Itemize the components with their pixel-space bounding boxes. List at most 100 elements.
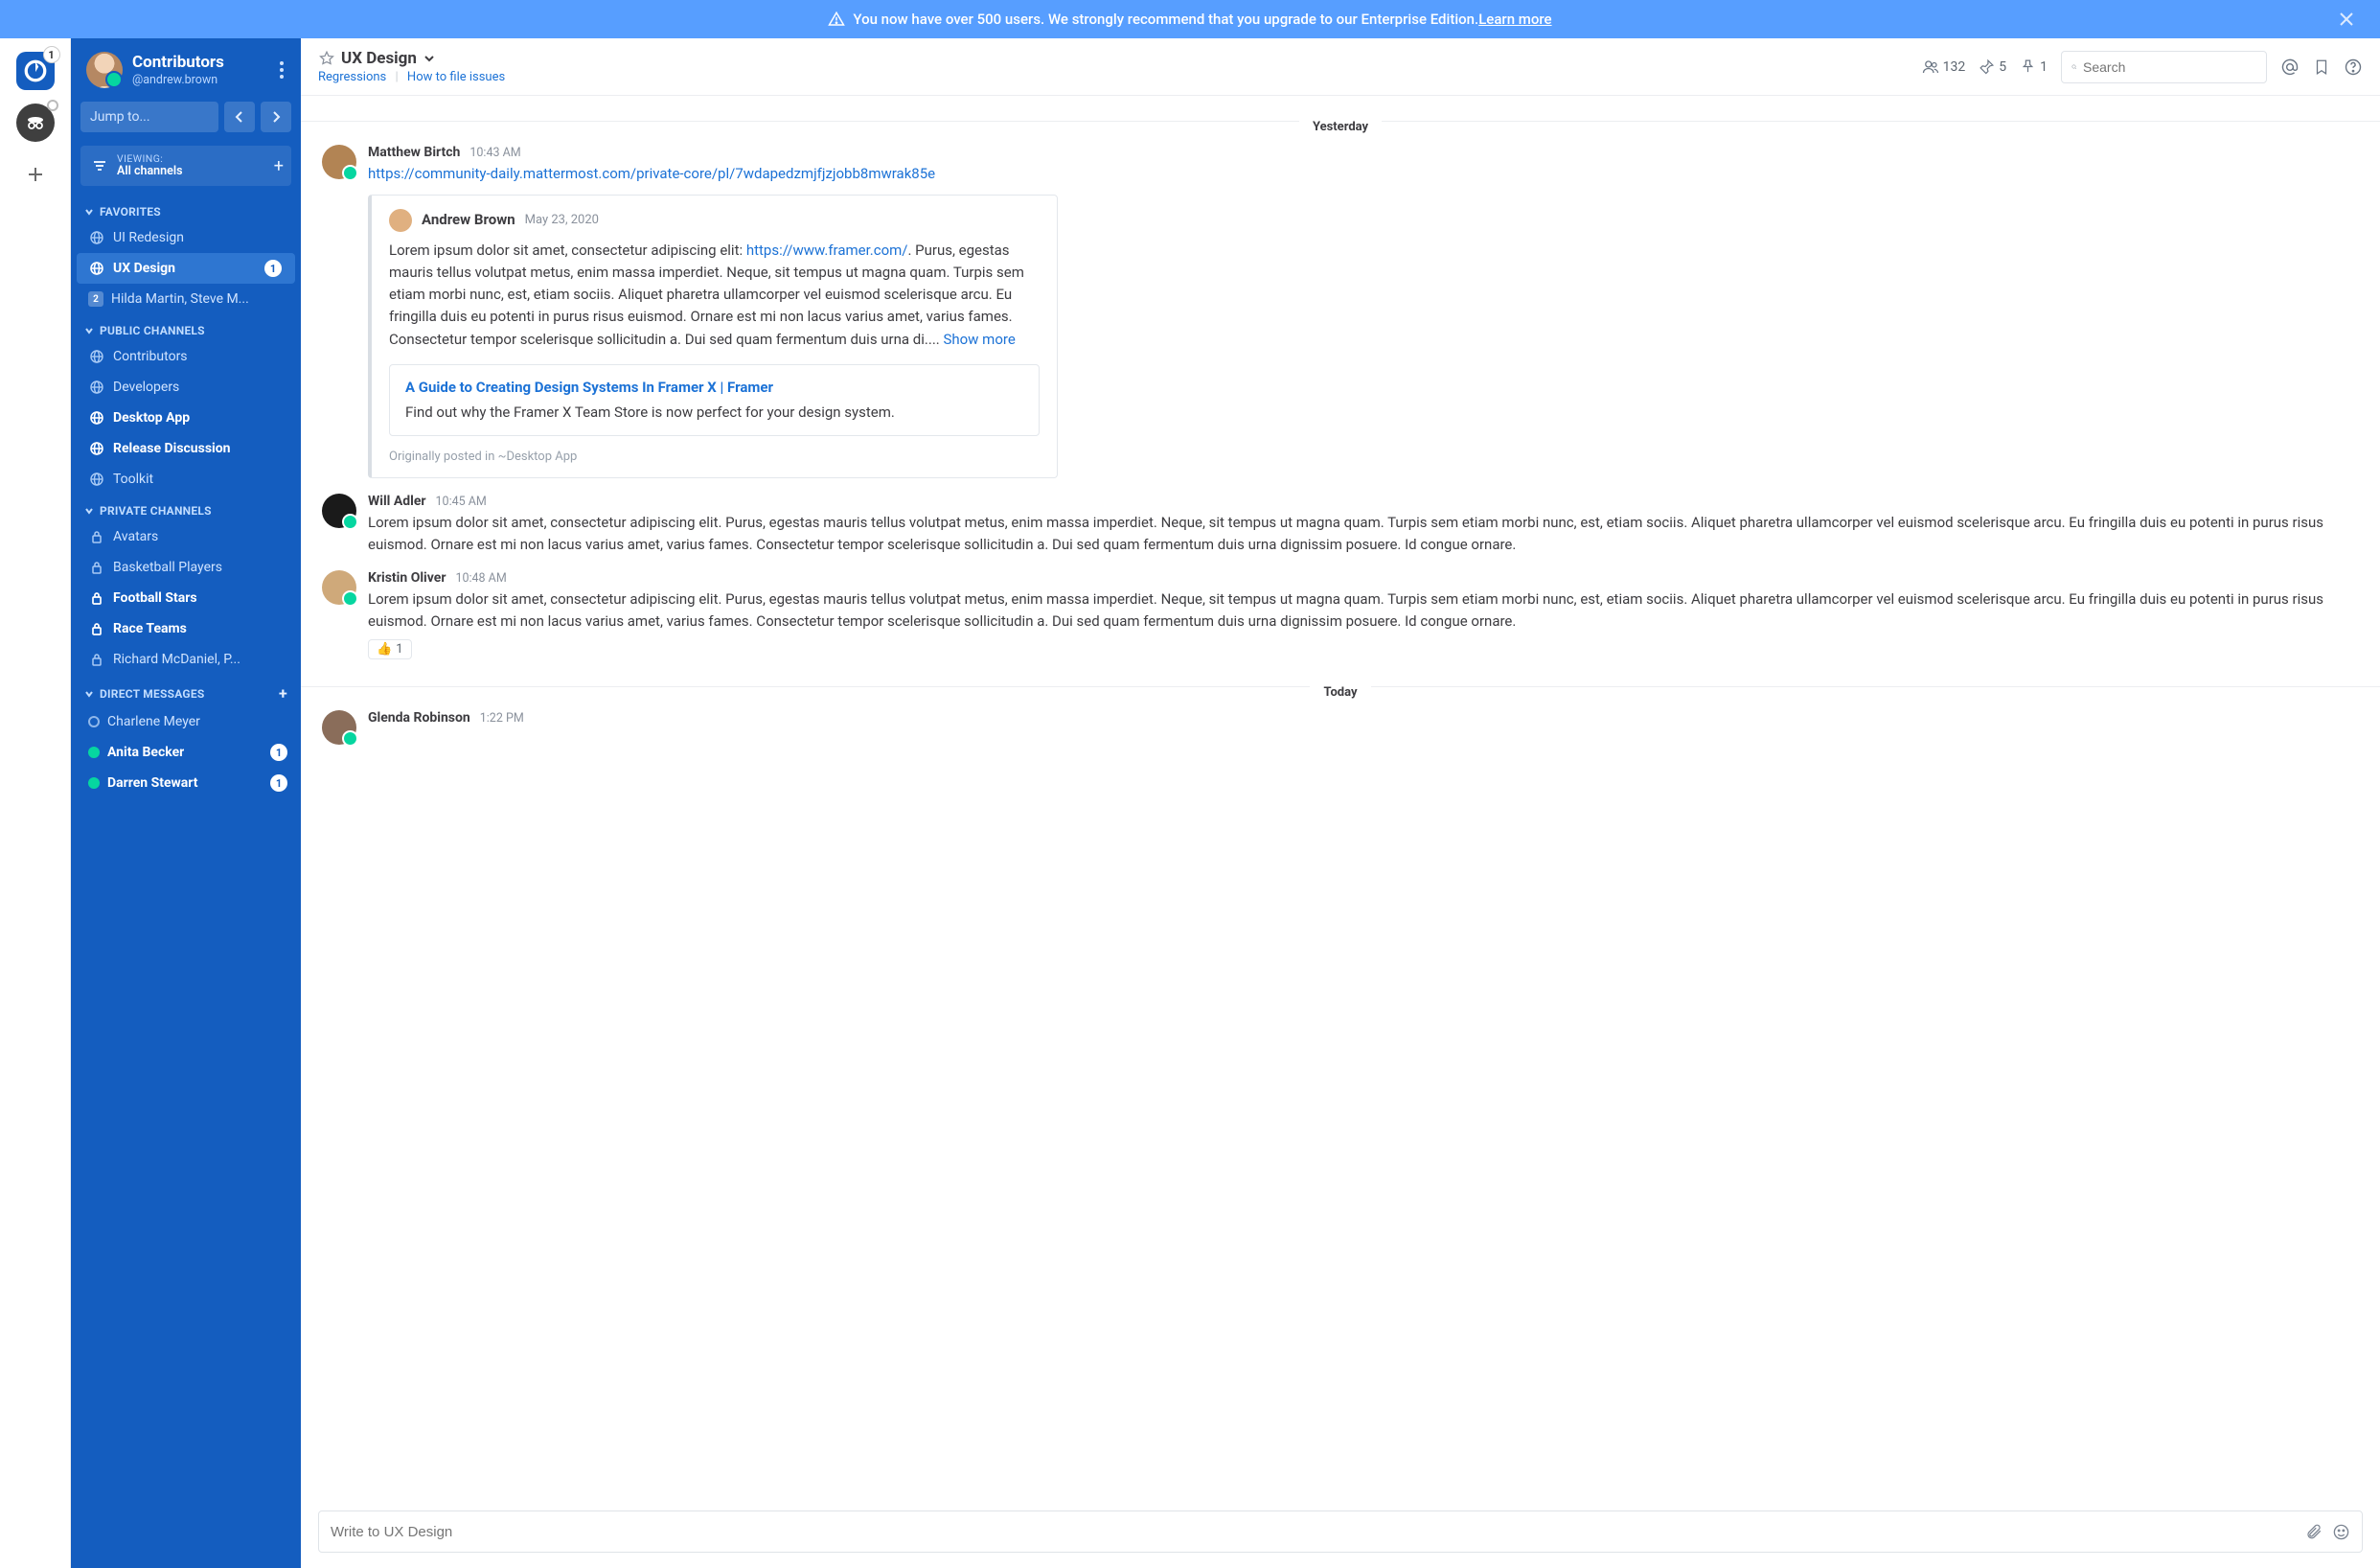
help-button[interactable] <box>2344 58 2363 77</box>
sidebar-item-developers[interactable]: Developers <box>71 372 301 403</box>
filter-add-button[interactable]: + <box>274 156 284 176</box>
user-avatar[interactable] <box>86 52 123 88</box>
post-author[interactable]: Kristin Oliver <box>368 570 446 586</box>
close-icon <box>2340 12 2353 26</box>
message-attachment: Andrew Brown May 23, 2020 Lorem ipsum do… <box>368 195 1058 479</box>
sidebar-item-richard-gm[interactable]: Richard McDaniel, P... <box>71 644 301 675</box>
post-avatar[interactable] <box>322 710 356 745</box>
post-avatar[interactable] <box>322 145 356 179</box>
section-header-private[interactable]: PRIVATE CHANNELS <box>71 495 301 521</box>
attach-button[interactable] <box>2305 1523 2323 1540</box>
lock-icon <box>88 591 105 605</box>
channel-filter[interactable]: VIEWING: All channels + <box>80 146 291 186</box>
server-incognito[interactable] <box>16 104 55 142</box>
saved-posts-button[interactable] <box>2313 58 2330 76</box>
add-dm-button[interactable]: + <box>279 684 287 703</box>
announcement-close-button[interactable] <box>2340 12 2361 26</box>
pinned-button[interactable]: 5 <box>1979 58 2006 75</box>
sidebar-item-avatars[interactable]: Avatars <box>71 521 301 552</box>
sidebar-item-desktop-app[interactable]: Desktop App <box>71 403 301 433</box>
history-back-button[interactable] <box>224 102 255 132</box>
reaction-button[interactable]: 👍 1 <box>368 639 412 659</box>
sidebar-dm-darren[interactable]: Darren Stewart1 <box>71 768 301 798</box>
emoji-button[interactable] <box>2332 1523 2350 1541</box>
post-author[interactable]: Glenda Robinson <box>368 710 470 726</box>
star-outline-icon <box>318 50 335 67</box>
post-link[interactable]: https://community-daily.mattermost.com/p… <box>368 165 935 182</box>
reaction-emoji: 👍 <box>377 642 392 657</box>
sidebar-item-release-discussion[interactable]: Release Discussion <box>71 433 301 464</box>
status-online-icon <box>88 777 100 789</box>
globe-icon <box>88 473 105 486</box>
status-online-icon <box>88 747 100 758</box>
post-author[interactable]: Matthew Birtch <box>368 145 460 160</box>
section-header-dm[interactable]: DIRECT MESSAGES + <box>71 675 301 706</box>
arrow-left-icon <box>233 110 246 124</box>
pinned-count: 5 <box>1999 59 2006 75</box>
help-icon <box>2344 58 2363 77</box>
bookmark-icon <box>2313 58 2330 76</box>
history-forward-button[interactable] <box>261 102 291 132</box>
sidebar-item-race-teams[interactable]: Race Teams <box>71 613 301 644</box>
post: Glenda Robinson 1:22 PM <box>301 704 2380 754</box>
server-mattermost[interactable]: 1 <box>16 52 55 90</box>
sidebar-item-ui-redesign[interactable]: UI Redesign <box>71 222 301 253</box>
announcement-link[interactable]: Learn more <box>1478 11 1551 28</box>
sidebar-item-label: UI Redesign <box>113 230 184 245</box>
post-time: 10:48 AM <box>455 571 506 586</box>
lock-icon <box>88 561 105 574</box>
server-badge: 1 <box>43 46 60 63</box>
sidebar-item-toolkit[interactable]: Toolkit <box>71 464 301 495</box>
post-author[interactable]: Will Adler <box>368 494 426 509</box>
channel-sublink-regressions[interactable]: Regressions <box>318 70 386 84</box>
sidebar-menu-button[interactable] <box>274 56 289 84</box>
sidebar-item-contributors[interactable]: Contributors <box>71 341 301 372</box>
sidebar-item-label: UX Design <box>113 261 175 276</box>
sidebar-item-label: Hilda Martin, Steve M... <box>111 291 249 307</box>
paperclip-icon <box>2305 1523 2323 1540</box>
section-header-public[interactable]: PUBLIC CHANNELS <box>71 314 301 341</box>
channel-sublink-how-to-file[interactable]: How to file issues <box>407 70 505 84</box>
status-offline-icon <box>88 716 100 727</box>
sidebar-item-basketball[interactable]: Basketball Players <box>71 552 301 583</box>
globe-icon <box>88 411 105 425</box>
section-header-favorites[interactable]: FAVORITES <box>71 196 301 222</box>
search-input[interactable] <box>2083 59 2256 75</box>
saved-button[interactable]: 1 <box>2020 58 2048 75</box>
attachment-date: May 23, 2020 <box>525 211 599 230</box>
channel-title-button[interactable]: UX Design <box>318 49 505 68</box>
jump-to-input[interactable]: Jump to... <box>80 102 218 132</box>
chevron-down-icon <box>84 326 94 335</box>
section-label: DIRECT MESSAGES <box>100 687 204 701</box>
message-list[interactable]: Yesterday Matthew Birtch 10:43 AM https:… <box>301 96 2380 1510</box>
sidebar-item-label: Toolkit <box>113 472 153 487</box>
saved-count: 1 <box>2040 59 2048 75</box>
attachment-inline-link[interactable]: https://www.framer.com/ <box>746 242 908 259</box>
chevron-down-icon <box>84 207 94 217</box>
section-label: FAVORITES <box>100 205 161 219</box>
jump-to-placeholder: Jump to... <box>90 109 150 125</box>
post-avatar[interactable] <box>322 570 356 605</box>
composer-input[interactable] <box>331 1524 2296 1540</box>
server-unread-dot <box>47 100 58 111</box>
link-preview-card[interactable]: A Guide to Creating Design Systems In Fr… <box>389 364 1040 436</box>
members-count: 132 <box>1943 59 1966 75</box>
sidebar-header[interactable]: Contributors @andrew.brown <box>71 38 301 102</box>
post-avatar[interactable] <box>322 494 356 528</box>
sidebar-item-label: Contributors <box>113 349 188 364</box>
mention-badge: 1 <box>264 260 282 277</box>
post-body: Lorem ipsum dolor sit amet, consectetur … <box>368 588 2359 632</box>
sidebar-item-ux-design[interactable]: UX Design 1 <box>77 253 295 284</box>
members-button[interactable]: 132 <box>1922 58 1966 76</box>
sidebar-item-group-message[interactable]: 2 Hilda Martin, Steve M... <box>71 284 301 314</box>
sidebar-dm-anita[interactable]: Anita Becker1 <box>71 737 301 768</box>
search-box[interactable] <box>2061 51 2267 83</box>
add-server-button[interactable] <box>16 155 55 194</box>
sidebar-item-label: Darren Stewart <box>107 775 198 791</box>
show-more-button[interactable]: Show more <box>943 331 1015 348</box>
filter-value: All channels <box>117 165 183 178</box>
sidebar-item-football[interactable]: Football Stars <box>71 583 301 613</box>
message-composer[interactable] <box>318 1510 2363 1553</box>
sidebar-dm-charlene[interactable]: Charlene Meyer <box>71 706 301 737</box>
mentions-button[interactable] <box>2280 58 2300 77</box>
